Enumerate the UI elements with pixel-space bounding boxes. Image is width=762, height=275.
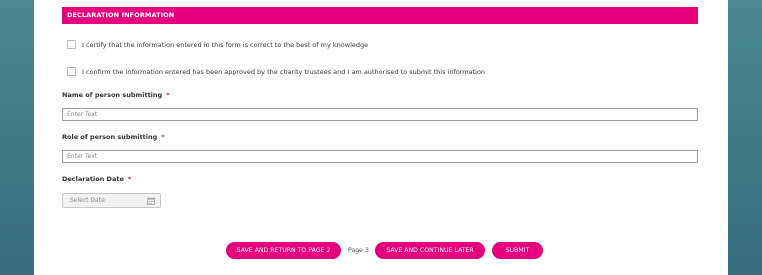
section-header: DECLARATION INFORMATION bbox=[62, 7, 698, 24]
calendar-icon[interactable] bbox=[147, 196, 155, 205]
certify-checkbox-label: I certify that the information entered i… bbox=[82, 40, 369, 49]
submit-button[interactable]: SUBMIT bbox=[492, 242, 543, 259]
name-label-text: Name of person submitting bbox=[62, 91, 163, 99]
certify-checkbox[interactable] bbox=[67, 40, 76, 49]
confirm-checkbox-row[interactable]: I confirm the information entered has be… bbox=[67, 67, 485, 76]
confirm-checkbox-label: I confirm the information entered has be… bbox=[82, 67, 486, 76]
required-marker: * bbox=[166, 91, 170, 99]
role-field-label: Role of person submitting * bbox=[62, 133, 165, 141]
confirm-checkbox[interactable] bbox=[67, 67, 76, 76]
date-placeholder: Select Date bbox=[70, 197, 105, 204]
required-marker: * bbox=[127, 175, 132, 183]
date-field-label: Declaration Date * bbox=[62, 175, 131, 183]
role-input[interactable] bbox=[62, 150, 698, 163]
required-marker: * bbox=[161, 133, 165, 141]
name-input[interactable] bbox=[62, 108, 698, 121]
save-and-return-button[interactable]: SAVE AND RETURN TO PAGE 2 bbox=[226, 242, 341, 259]
date-label-text: Declaration Date bbox=[62, 175, 124, 183]
certify-checkbox-row[interactable]: I certify that the information entered i… bbox=[67, 40, 368, 49]
page-indicator: Page 3 bbox=[348, 247, 369, 254]
name-field-label: Name of person submitting * bbox=[62, 91, 170, 99]
role-label-text: Role of person submitting bbox=[62, 133, 158, 141]
declaration-date-picker[interactable]: Select Date bbox=[62, 193, 161, 208]
save-and-continue-later-button[interactable]: SAVE AND CONTINUE LATER bbox=[375, 242, 485, 259]
